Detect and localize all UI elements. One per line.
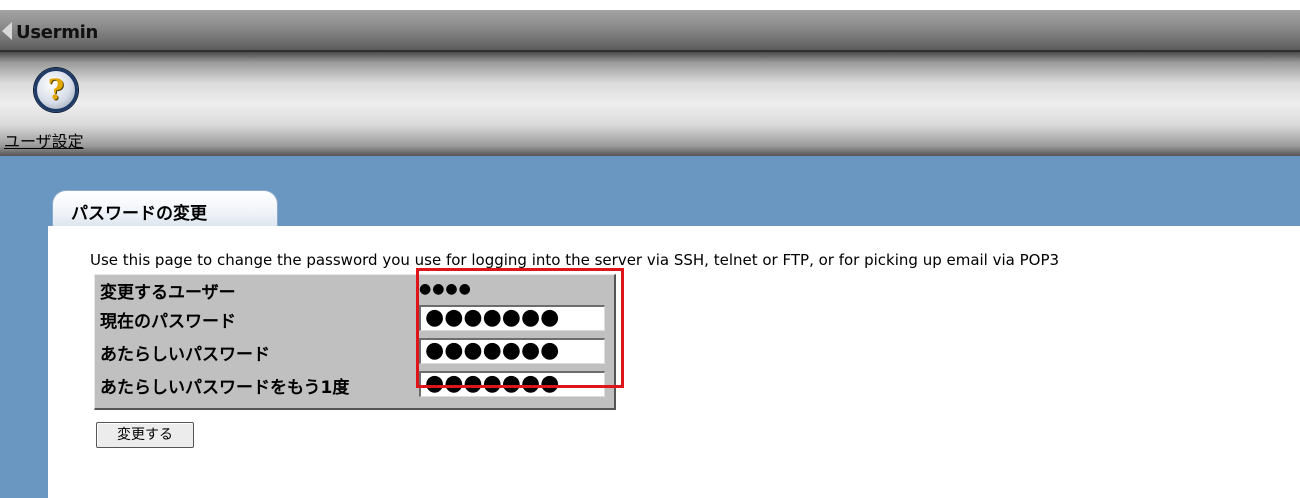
content-panel: Use this page to change the password you… — [48, 226, 1300, 498]
back-arrow-icon[interactable] — [2, 22, 12, 40]
change-password-button[interactable]: 変更する — [96, 422, 194, 448]
title-bar: Usermin — [0, 10, 1300, 52]
confirm-password-input[interactable]: ●●●●●●● — [419, 371, 605, 397]
username-value: ●●●● — [419, 281, 472, 297]
help-icon[interactable]: ? — [34, 68, 78, 112]
current-password-input[interactable]: ●●●●●●● — [419, 305, 605, 331]
label-new-password: あたらしいパスワード — [100, 345, 270, 365]
app-title: Usermin — [16, 22, 99, 43]
toolbar: ? ユーザ設定 — [0, 52, 1300, 156]
label-username: 変更するユーザー — [100, 283, 236, 303]
top-strip — [0, 0, 1300, 10]
label-current-password: 現在のパスワード — [100, 312, 236, 332]
main-area: パスワードの変更 Use this page to change the pas… — [0, 156, 1300, 498]
password-form-table: 変更するユーザー ●●●● 現在のパスワード ●●●●●●● あたらしいパスワー… — [94, 274, 616, 410]
page-description: Use this page to change the password you… — [90, 251, 1060, 269]
tab-change-password: パスワードの変更 — [52, 190, 278, 227]
tab-title: パスワードの変更 — [71, 204, 207, 224]
new-password-input[interactable]: ●●●●●●● — [419, 338, 605, 364]
label-confirm-password: あたらしいパスワードをもう1度 — [100, 378, 350, 398]
user-settings-link[interactable]: ユーザ設定 — [4, 128, 84, 152]
